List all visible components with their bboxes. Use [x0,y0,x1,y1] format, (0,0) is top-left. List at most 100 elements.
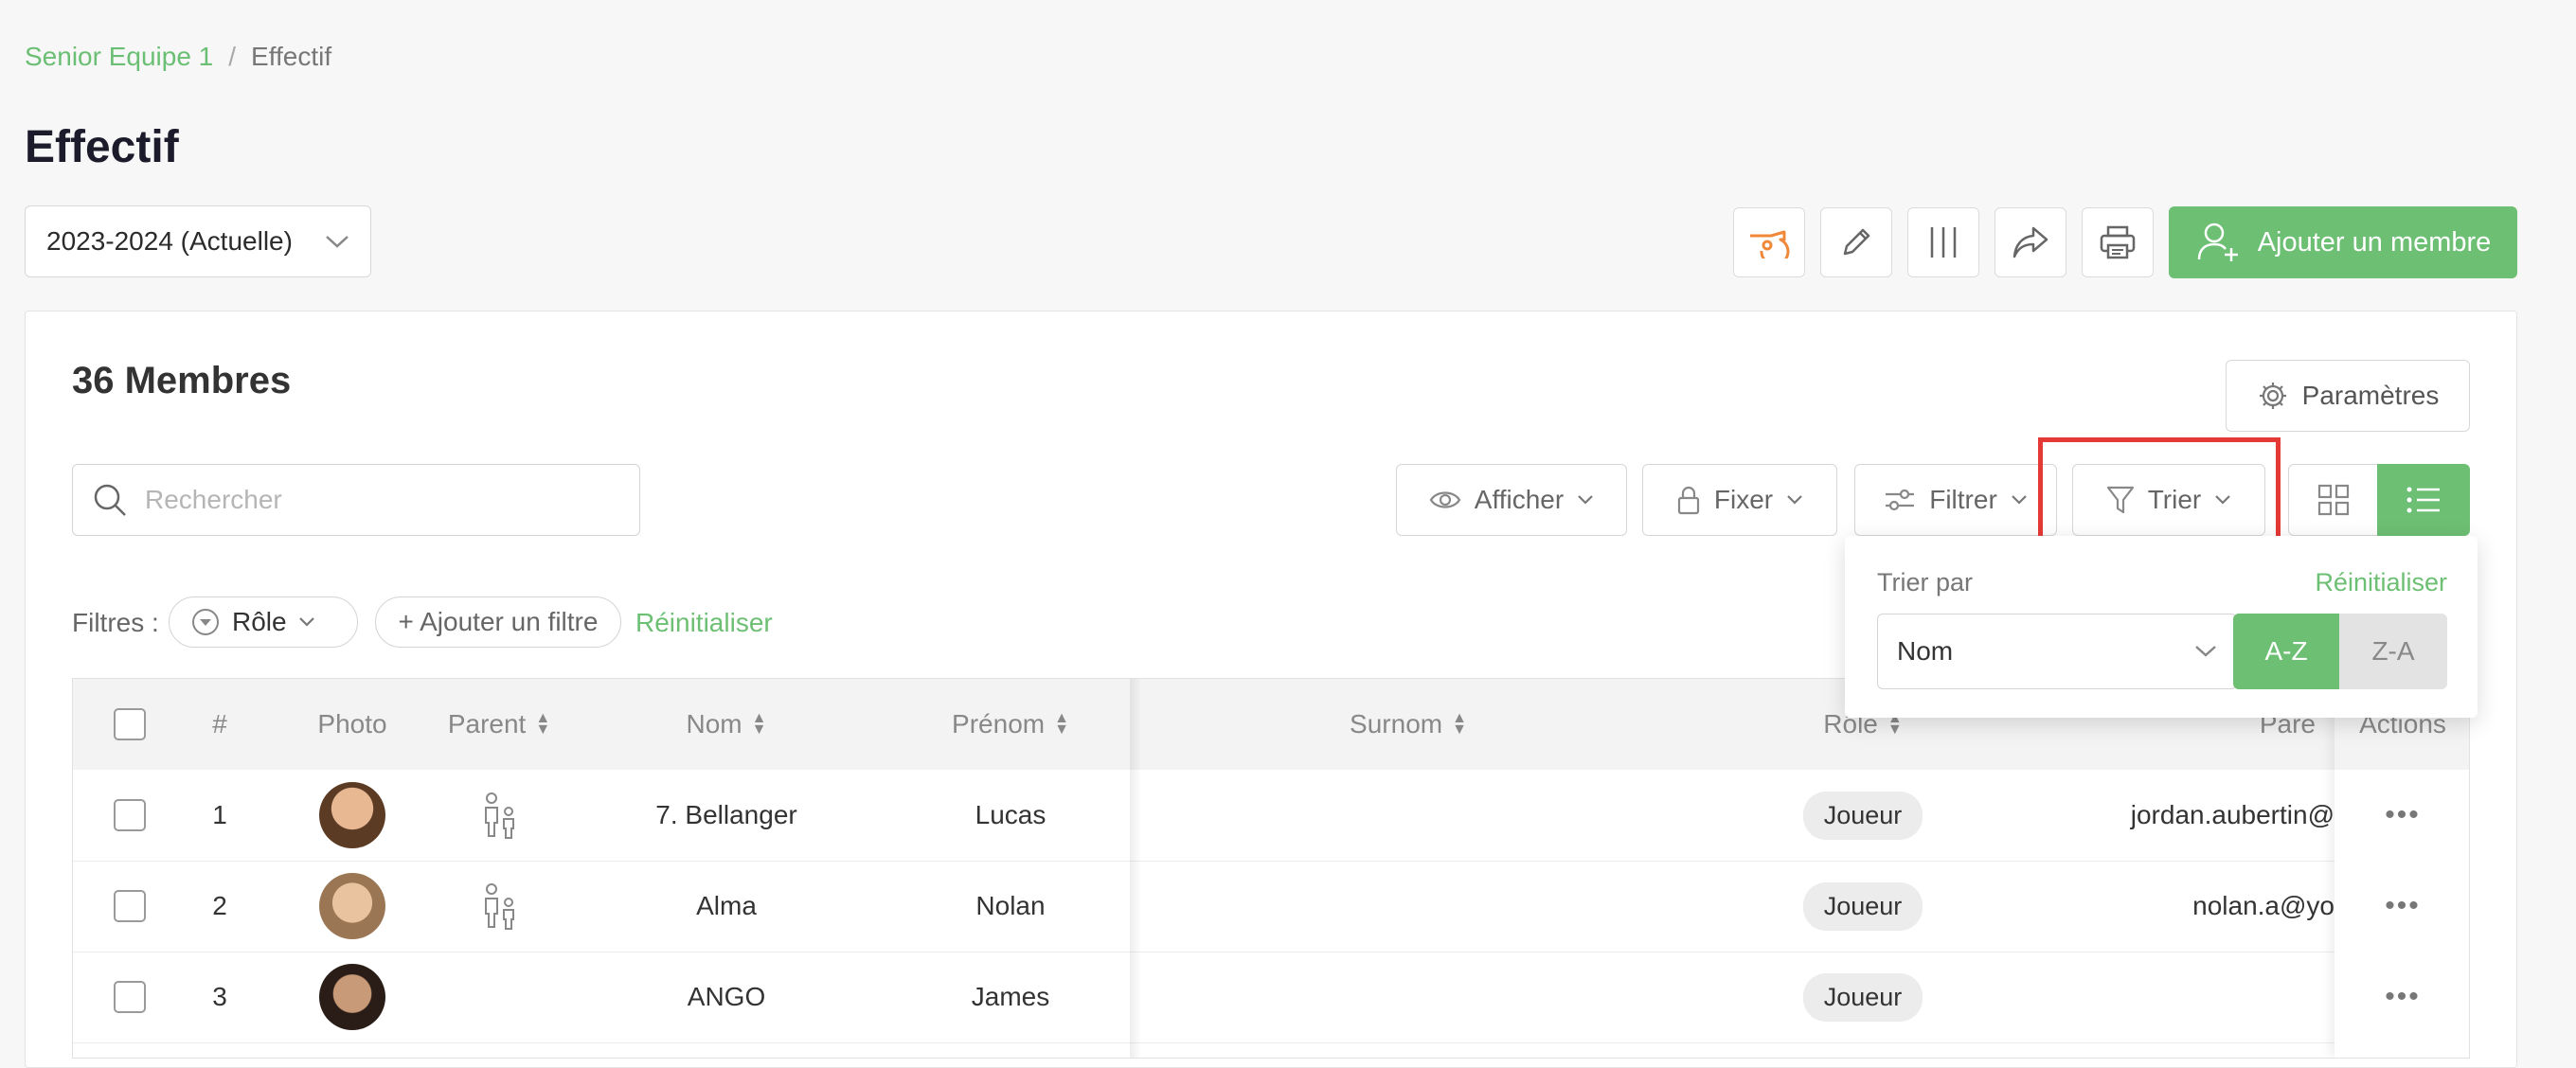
sort-arrows-icon: ▲ ▼ [1054,710,1069,738]
row-checkbox-cell [73,770,187,861]
row-parent-cell [423,770,575,861]
role-chip-label: Rôle [232,607,287,636]
chevron-down-icon [298,617,314,627]
filters-label: Filtres : [72,608,159,637]
search-input[interactable] [143,484,620,516]
col-nom[interactable]: Nom ▲ ▼ [622,679,831,770]
pin-label: Fixer [1713,485,1774,514]
avatar [319,964,385,1030]
breadcrumb-current: Effectif [251,42,332,71]
role-filter-chip[interactable]: Rôle [169,596,358,648]
table-row[interactable]: 2 Alma Nolan Joueur nolan.a@yo [73,861,2469,952]
row-checkbox[interactable] [114,799,146,831]
season-select-value: 2023-2024 (Actuelle) [46,226,293,256]
add-member-label: Ajouter un membre [2257,226,2492,258]
printer-icon [2100,225,2136,259]
row-nom: ANGO [687,982,766,1011]
sort-ascending-button[interactable]: A-Z [2233,614,2339,689]
page-title: Effectif [25,122,179,172]
sort-by-label: Trier par [1877,568,1974,596]
settings-button[interactable]: Paramètres [2226,360,2470,432]
columns-button[interactable] [1907,207,1979,277]
add-member-button[interactable]: Ajouter un membre [2169,206,2517,278]
select-all-cell [73,679,187,770]
print-button[interactable] [2082,207,2154,277]
edit-button[interactable] [1820,207,1892,277]
chevron-down-icon [2195,646,2216,657]
row-prenom: Lucas [975,800,1046,829]
table-row[interactable]: 1 7. Bellanger Lucas Joueur jordan.auber… [73,770,2469,862]
chevron-down-icon [1787,495,1802,505]
breadcrumb-separator: / [228,42,237,71]
row-parent-cell [423,861,575,952]
chevron-down-icon [2011,495,2027,505]
row-checkbox[interactable] [114,981,146,1013]
list-icon [2406,487,2440,513]
col-nom-label: Nom [686,709,742,739]
search-box [72,464,640,536]
grid-view-button[interactable] [2288,464,2379,536]
dropdown-circle-icon [192,609,219,635]
row-photo-cell [281,952,423,1042]
sort-field-select[interactable]: Nom [1877,614,2237,689]
row-prenom: James [971,982,1050,1011]
role-badge: Joueur [1802,972,1923,1022]
actions-column: Actions ••• ••• ••• [2334,679,2469,1058]
row-index: 3 [212,982,227,1011]
table-row[interactable]: 3 ANGO James Joueur [73,952,2469,1043]
row-actions-menu[interactable]: ••• [2334,861,2469,952]
row-index: 1 [212,800,227,829]
col-prenom-label: Prénom [952,709,1046,739]
pin-button[interactable]: Fixer [1642,464,1837,536]
row-nom: 7. Bellanger [655,800,797,829]
add-user-icon [2197,222,2238,261]
share-button[interactable] [1995,207,2066,277]
sort-arrows-icon: ▲ ▼ [535,710,551,738]
add-filter-chip[interactable]: + Ajouter un filtre [375,596,621,648]
grid-icon [2317,484,2350,516]
col-surnom[interactable]: Surnom ▲ ▼ [1285,679,1531,770]
season-select[interactable]: 2023-2024 (Actuelle) [25,205,371,277]
sort-reset-link[interactable]: Réinitialiser [2315,568,2447,597]
chevron-down-icon [1578,495,1593,505]
search-icon [94,484,126,516]
row-checkbox-cell [73,952,187,1042]
row-actions-menu[interactable]: ••• [2334,952,2469,1042]
row-role-cell: Joueur [1768,952,1958,1042]
avatar [319,782,385,848]
filters-reset-link[interactable]: Réinitialiser [635,608,773,638]
columns-icon [1930,227,1957,258]
select-all-checkbox[interactable] [114,708,146,740]
whistle-icon [1750,230,1790,258]
parent-icon [485,792,514,839]
display-button[interactable]: Afficher [1396,464,1627,536]
members-count-title: 36 Membres [72,360,292,401]
share-arrow-icon [2012,226,2048,258]
row-parent-email: nolan.a@yo [2192,891,2334,920]
sort-dropdown-panel: Trier par Réinitialiser Nom A-Z Z-A [1845,536,2478,718]
pencil-icon [1843,228,1870,256]
row-actions-menu[interactable]: ••• [2334,770,2469,861]
sort-descending-button[interactable]: Z-A [2339,614,2447,689]
col-photo: Photo [317,709,387,739]
eye-icon [1429,491,1461,508]
role-badge: Joueur [1802,791,1923,840]
breadcrumb-team-link[interactable]: Senior Equipe 1 [25,42,213,72]
col-parent[interactable]: Parent ▲ ▼ [423,679,575,770]
col-parent-label: Parent [447,709,527,739]
lock-icon [1677,486,1699,515]
col-index: # [212,709,227,739]
sort-field-value: Nom [1897,636,1954,666]
members-table: # Photo Parent ▲ ▼ Nom ▲ ▼ Prénom ▲ ▼ Surno… [72,678,2470,1059]
sort-highlight-box [2038,437,2281,545]
gear-icon [2259,383,2286,409]
row-checkbox-cell [73,861,187,952]
whistle-button[interactable] [1733,207,1805,277]
filter-button[interactable]: Filtrer [1854,464,2057,536]
row-checkbox[interactable] [114,890,146,922]
sort-arrows-icon: ▲ ▼ [751,710,767,738]
chevron-down-icon [326,236,349,248]
list-view-button[interactable] [2377,464,2470,536]
row-role-cell: Joueur [1768,861,1958,952]
col-prenom[interactable]: Prénom ▲ ▼ [906,679,1115,770]
